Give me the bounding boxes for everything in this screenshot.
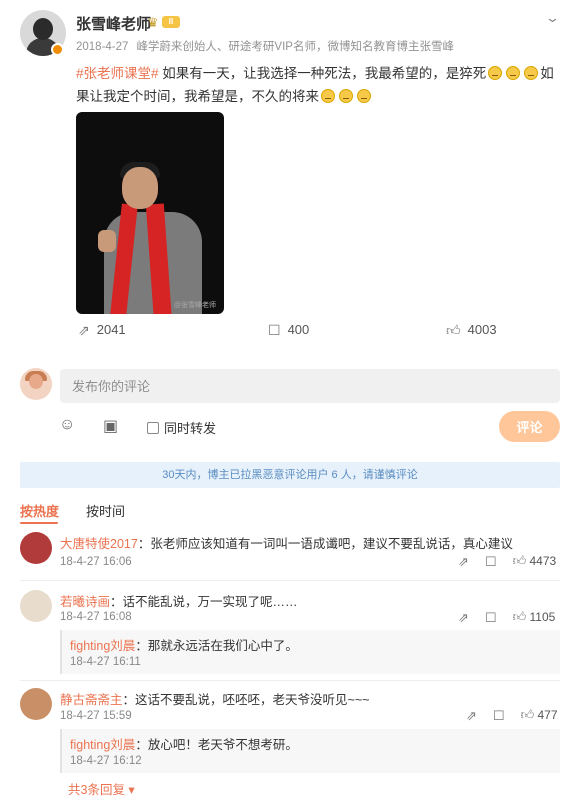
tab-active-underline (20, 522, 58, 524)
comment-icon[interactable]: ☐ (485, 611, 497, 624)
comment-icon: ☐ (268, 321, 281, 338)
crown-icon: ♛ (147, 15, 159, 30)
divider (20, 680, 560, 681)
comment-body: ：这话不要乱说，呸呸呸，老天爷没听见~~~ (122, 693, 370, 707)
vip-level-badge: II (162, 16, 180, 28)
reply-block: fighting刘晨：那就永远活在我们心中了。 18-4-27 16:11 (60, 630, 560, 674)
comment-text: 大唐特使2017：张老师应该知道有一词叫一语成谶吧，建议不要乱说话，真心建议 (60, 533, 513, 552)
like-button[interactable]: 👍︎ 4003 (446, 322, 497, 337)
tab-time[interactable]: 按时间 (86, 501, 125, 520)
like-icon: 👍︎ (520, 707, 535, 722)
reply-username[interactable]: fighting刘晨 (70, 738, 135, 752)
repost-icon[interactable]: ⇗ (458, 555, 469, 568)
reply-time: 18-4-27 16:12 (70, 755, 142, 767)
comment-time: 18-4-27 16:08 (60, 611, 132, 623)
emoji-icon (506, 66, 521, 80)
reply-block: fighting刘晨：放心吧！老天爷不想考研。 18-4-27 16:12 (60, 729, 560, 773)
like-count: 4473 (529, 554, 557, 568)
repost-icon: ⇗ (78, 321, 90, 338)
comment-button[interactable]: ☐ 400 (268, 322, 309, 337)
like-count: 1105 (529, 610, 556, 624)
repost-checkbox-label: 同时转发 (164, 421, 217, 436)
verified-badge-icon (51, 43, 64, 56)
like-icon: 👍︎ (512, 609, 527, 624)
comment-actions: ⇗ ☐ 👍︎ 477 (466, 708, 558, 722)
submit-comment-button[interactable]: 评论 (499, 411, 560, 442)
repost-count: 2041 (96, 322, 126, 337)
emoji-icon (339, 89, 353, 103)
comment-text: 若曦诗画：话不能乱说，万一实现了呢…… (60, 591, 298, 610)
like-count: 477 (537, 708, 558, 722)
emoji-icon (321, 89, 335, 103)
like-count: 4003 (467, 322, 497, 337)
repost-icon[interactable]: ⇗ (466, 709, 477, 722)
more-replies-label: 共3条回复 (68, 783, 125, 796)
author-name[interactable]: 张雪峰老师 (76, 13, 151, 34)
reply-body: ：放心吧！老天爷不想考研。 (135, 738, 298, 752)
emoji-icon (357, 89, 371, 103)
checkbox-icon[interactable] (147, 421, 159, 434)
like-button[interactable]: 👍︎ 1105 (513, 610, 556, 624)
comment-icon[interactable]: ☐ (493, 709, 505, 722)
reply-text: fighting刘晨：放心吧！老天爷不想考研。 (70, 734, 298, 753)
like-button[interactable]: 👍︎ 477 (521, 708, 558, 722)
post-meta: 2018-4-27 峰学蔚来创始人、研途考研VIP名师，微博知名教育博主张雪峰 (76, 38, 454, 54)
image-icon[interactable]: ▣ (103, 416, 118, 436)
repost-icon[interactable]: ⇗ (458, 611, 469, 624)
avatar[interactable] (20, 532, 52, 564)
current-user-avatar (20, 368, 52, 400)
reply-body: ：那就永远活在我们心中了。 (135, 639, 298, 653)
avatar[interactable] (20, 688, 52, 720)
reply-text: fighting刘晨：那就永远活在我们心中了。 (70, 635, 298, 654)
like-icon: 👍︎ (446, 321, 461, 338)
post-source: 峰学蔚来创始人、研途考研VIP名师，微博知名教育博主张雪峰 (136, 41, 454, 53)
comment-icon[interactable]: ☐ (485, 555, 497, 568)
tab-hot[interactable]: 按热度 (20, 501, 59, 520)
post-text-line1: 如果有一天，让我选择一种死法，我最希望的，是猝死 (162, 66, 487, 81)
divider (20, 580, 560, 581)
more-replies-link[interactable]: 共3条回复 ▾ (68, 779, 135, 796)
post-text-line2-pre: 如 (540, 66, 554, 81)
comment-username[interactable]: 若曦诗画 (60, 595, 110, 609)
avatar[interactable] (20, 590, 52, 622)
comment-text: 静古斋斋主：这话不要乱说，呸呸呸，老天爷没听见~~~ (60, 689, 369, 708)
emoji-icon (524, 66, 539, 80)
chevron-down-icon[interactable]: ⌄ (545, 10, 560, 26)
caret-down-icon: ▾ (124, 783, 135, 796)
reply-username[interactable]: fighting刘晨 (70, 639, 135, 653)
reply-time: 18-4-27 16:11 (70, 656, 141, 668)
comment-username[interactable]: 大唐特使2017 (60, 537, 138, 551)
post-text: #张老师课堂# 如果有一天，让我选择一种死法，我最希望的，是猝死 如 果让我定个时… (76, 62, 556, 108)
blocklist-notice: 30天内，博主已拉黑恶意评论用户 6 人，请谨慎评论 (20, 462, 560, 488)
comment-body: ：话不能乱说，万一实现了呢…… (110, 595, 298, 609)
comment-actions: ⇗ ☐ 👍︎ 1105 (458, 610, 555, 624)
comment-username[interactable]: 静古斋斋主 (60, 693, 123, 707)
emoji-icon[interactable]: ☺ (59, 416, 75, 434)
emoji-icon (488, 66, 503, 80)
comment-count: 400 (287, 322, 310, 337)
comment-actions: ⇗ ☐ 👍︎ 4473 (458, 554, 556, 568)
like-button[interactable]: 👍︎ 4473 (513, 554, 557, 568)
post-text-line2: 果让我定个时间，我希望是，不久的将来 (76, 89, 319, 104)
comment-body: ：张老师应该知道有一词叫一语成谶吧，建议不要乱说话，真心建议 (137, 537, 513, 551)
repost-button[interactable]: ⇗ 2041 (78, 322, 126, 337)
hashtag-link[interactable]: #张老师课堂# (76, 66, 159, 81)
post-image[interactable]: @张雪峰老师 (76, 112, 224, 314)
repost-checkbox[interactable]: 同时转发 (147, 418, 216, 437)
comment-time: 18-4-27 15:59 (60, 710, 132, 722)
post-date[interactable]: 2018-4-27 (76, 41, 128, 53)
image-watermark: @张雪峰老师 (173, 302, 216, 309)
comment-input[interactable] (60, 369, 560, 403)
comment-time: 18-4-27 16:06 (60, 556, 132, 568)
like-icon: 👍︎ (512, 553, 527, 568)
